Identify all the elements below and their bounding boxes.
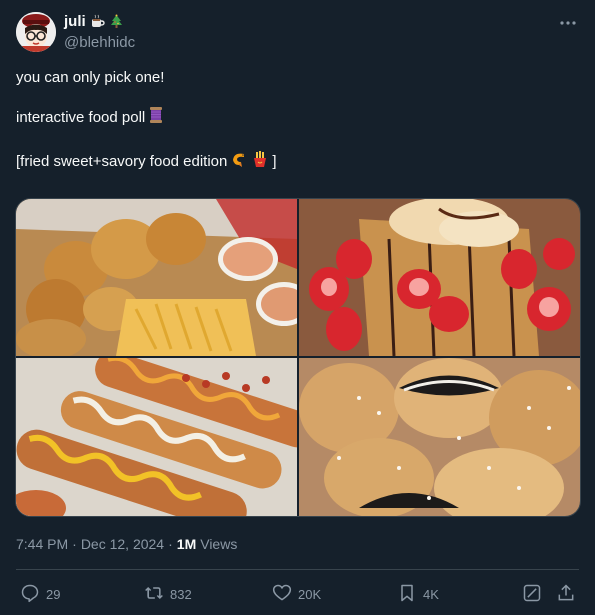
meta-separator-2: · xyxy=(168,536,173,552)
share-icon xyxy=(556,583,576,606)
grok-button[interactable] xyxy=(522,583,542,606)
tweet-time[interactable]: 7:44 PM xyxy=(16,536,68,552)
photo-fried-oreos[interactable] xyxy=(299,358,580,516)
fries-icon xyxy=(251,150,269,174)
retweet-icon xyxy=(144,583,164,606)
avatar[interactable] xyxy=(16,12,56,52)
views-count: 1M xyxy=(176,536,197,552)
photo-strawberry-waffle[interactable] xyxy=(299,199,580,356)
retweet-count: 832 xyxy=(170,587,192,602)
like-count: 20K xyxy=(298,587,322,602)
tweet-line-2: interactive food poll xyxy=(16,109,146,126)
photo-corn-dogs[interactable] xyxy=(16,358,297,516)
tweet-line-3: [fried sweet+savory food edition xyxy=(16,153,228,170)
views-label: Views xyxy=(200,536,238,552)
photo-fried-chicken[interactable] xyxy=(16,199,297,356)
bookmark-button[interactable]: 4K xyxy=(397,583,439,606)
tweet-text: you can only pick one! interactive food … xyxy=(16,68,576,172)
share-button[interactable] xyxy=(556,583,576,606)
coffee-icon xyxy=(90,14,105,29)
bookmark-icon xyxy=(397,583,417,606)
reply-count: 29 xyxy=(46,587,61,602)
meta-separator: · xyxy=(72,536,77,552)
more-options-icon[interactable] xyxy=(559,16,577,28)
tweet-header: juli @blehhidc xyxy=(16,10,579,54)
handle[interactable]: @blehhidc xyxy=(64,34,135,51)
tweet-line-1: you can only pick one! xyxy=(16,69,165,86)
retweet-button[interactable]: 832 xyxy=(144,583,192,606)
shrimp-icon xyxy=(230,150,248,174)
grok-icon xyxy=(522,583,542,606)
tweet-line-3-end: ] xyxy=(272,153,277,170)
heart-icon xyxy=(272,583,292,606)
action-bar: 29 832 20K 4K xyxy=(16,580,579,610)
like-button[interactable]: 20K xyxy=(272,583,321,606)
display-name[interactable]: juli xyxy=(64,13,86,30)
tweet-date[interactable]: Dec 12, 2024 xyxy=(81,536,164,552)
bookmark-count: 4K xyxy=(423,587,439,602)
media-grid xyxy=(15,198,581,517)
divider xyxy=(16,569,579,570)
tweet-meta: 7:44 PM · Dec 12, 2024 · 1M Views xyxy=(16,536,237,552)
reply-button[interactable]: 29 xyxy=(20,583,60,606)
thread-spool-icon xyxy=(148,106,164,130)
christmas-tree-icon xyxy=(109,14,124,29)
reply-icon xyxy=(20,583,40,606)
